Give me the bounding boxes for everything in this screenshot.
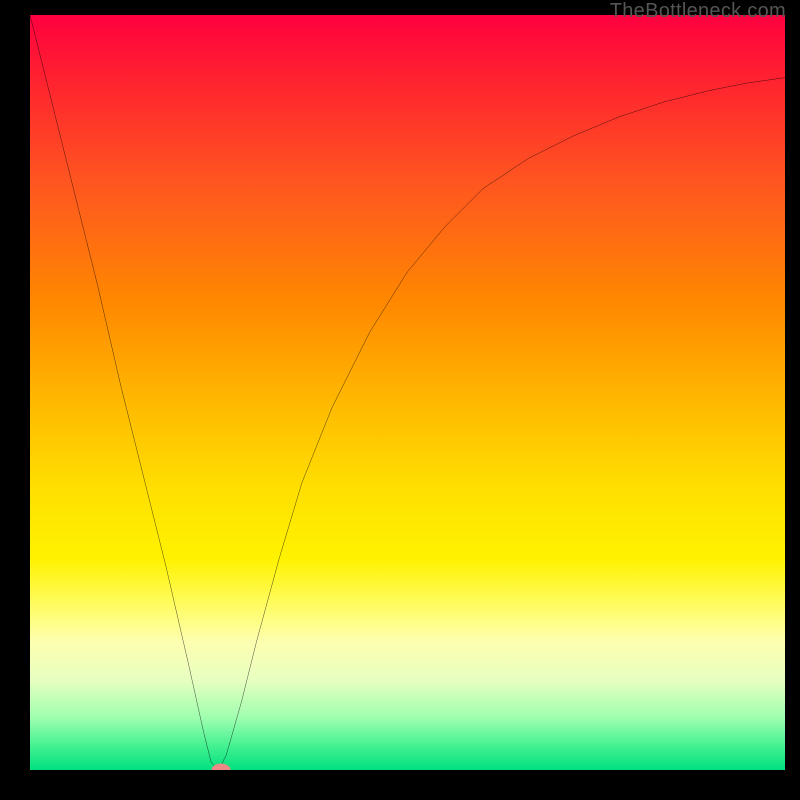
attribution-text: TheBottleneck.com — [610, 0, 786, 23]
chart-frame: TheBottleneck.com — [0, 0, 800, 800]
bottleneck-curve — [30, 15, 785, 770]
curve-svg — [30, 15, 785, 770]
plot-area — [30, 15, 785, 770]
minimum-marker — [212, 764, 231, 771]
